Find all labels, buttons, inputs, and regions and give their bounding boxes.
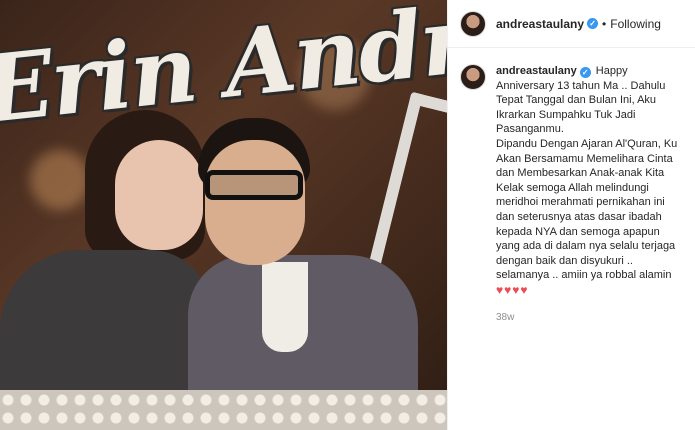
caption-line: Kelak semoga Allah melindungi meridhoi m… bbox=[496, 181, 676, 267]
verified-badge-icon: ✓ bbox=[579, 67, 591, 78]
background-light bbox=[30, 150, 90, 210]
man-glasses bbox=[205, 170, 303, 200]
caption: andreastaulany ✓ Happy Anniversary 13 tah… bbox=[496, 64, 683, 298]
verified-badge-icon: ✓ bbox=[587, 18, 599, 29]
caption-line: Dipandu Dengan Ajaran Al'Quran, Ku Akan … bbox=[496, 137, 678, 180]
post-header: andreastaulany ✓ • Following bbox=[448, 0, 695, 48]
man-face bbox=[205, 140, 305, 265]
following-button[interactable]: Following bbox=[610, 17, 661, 31]
caption-username[interactable]: andreastaulany bbox=[496, 65, 577, 77]
caption-area: andreastaulany ✓ Happy Anniversary 13 tah… bbox=[448, 48, 695, 298]
separator-dot: • bbox=[602, 16, 607, 31]
post-photo[interactable]: Erin Andre bbox=[0, 0, 447, 430]
avatar[interactable] bbox=[460, 64, 486, 90]
caption-line: selamanya .. amiin ya robbal alamin bbox=[496, 269, 672, 282]
man-shirt bbox=[262, 262, 308, 352]
woman-face bbox=[115, 140, 203, 250]
post-timestamp[interactable]: 38w bbox=[496, 312, 695, 323]
heart-emoji-icons: ♥♥♥♥ bbox=[496, 282, 529, 297]
photo-bottom-decoration bbox=[0, 390, 447, 430]
avatar[interactable] bbox=[460, 10, 486, 37]
photo-sign-text: Erin Andre bbox=[0, 0, 447, 145]
post-username[interactable]: andreastaulany bbox=[496, 17, 584, 31]
post-side-panel: andreastaulany ✓ • Following andreastaul… bbox=[447, 0, 695, 430]
